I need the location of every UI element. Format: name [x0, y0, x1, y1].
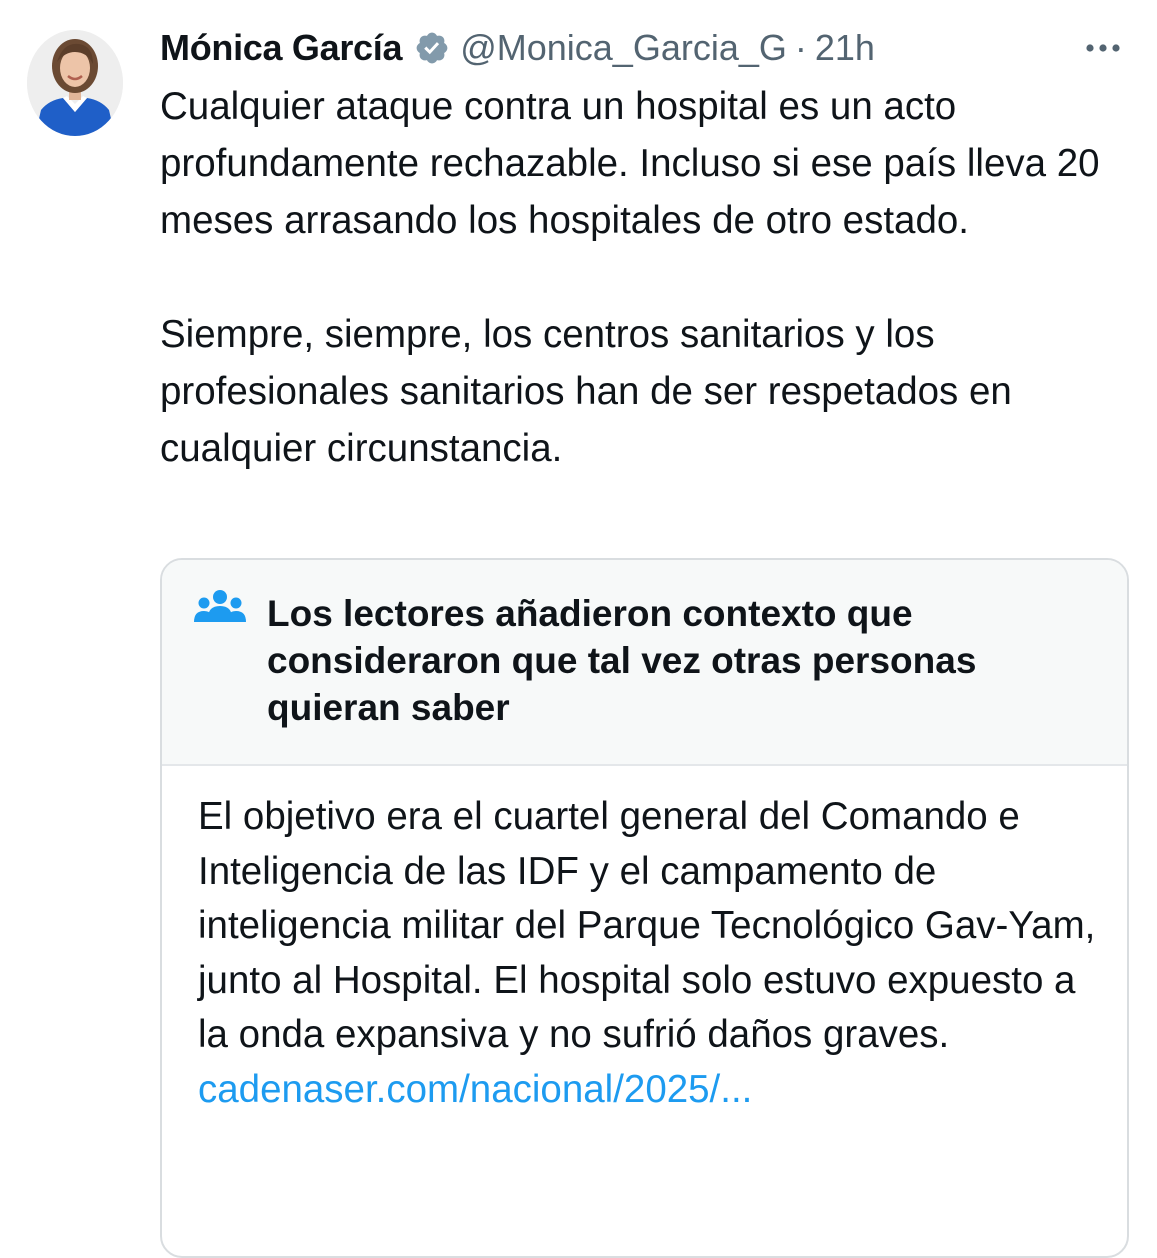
community-note-body: El objetivo era el cuartel general del C… [198, 790, 1098, 1117]
tweet-header: Mónica García @Monica_Garcia_G · 21h [160, 26, 875, 70]
community-note-text: El objetivo era el cuartel general del C… [198, 795, 1096, 1056]
verified-badge-icon [414, 30, 450, 66]
author-name[interactable]: Mónica García [160, 27, 403, 69]
community-note[interactable]: Los lectores añadieron contexto que cons… [160, 558, 1129, 1258]
author-handle[interactable]: @Monica_Garcia_G [460, 27, 787, 69]
community-note-title: Los lectores añadieron contexto que cons… [267, 593, 977, 728]
tweet-timestamp[interactable]: 21h [815, 27, 875, 69]
community-note-source-link[interactable]: cadenaser.com/nacional/2025/... [198, 1063, 1098, 1118]
community-notes-icon [194, 588, 246, 628]
header-separator: · [794, 27, 807, 68]
tweet-text: Cualquier ataque contra un hospital es u… [160, 85, 1100, 470]
author-avatar[interactable] [27, 30, 123, 136]
community-note-header: Los lectores añadieron contexto que cons… [162, 560, 1127, 766]
more-options-icon[interactable] [1083, 28, 1123, 68]
